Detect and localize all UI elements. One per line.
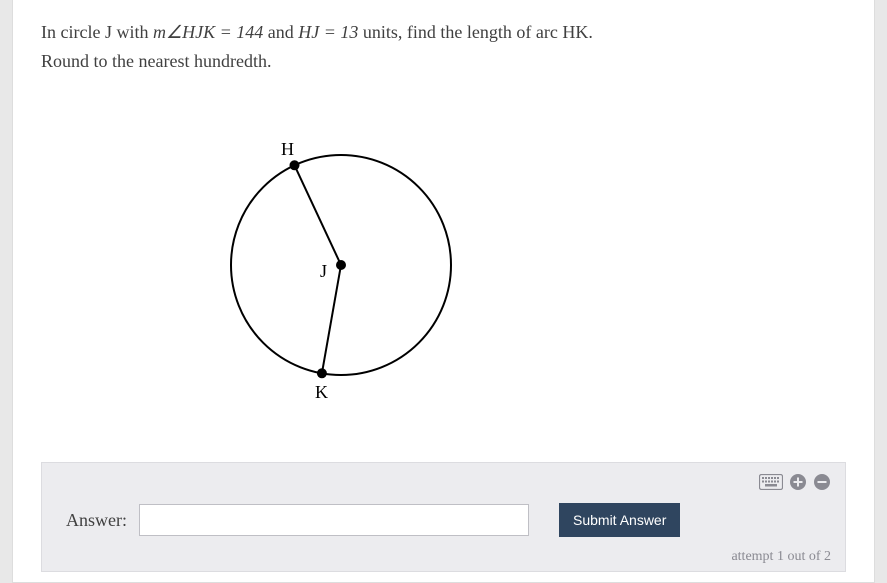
radius-jh [295, 165, 342, 265]
q-prefix: In circle J with [41, 22, 153, 42]
problem-card: In circle J with m∠HJK = 144 and HJ = 13… [12, 0, 875, 583]
q-units: units, find the length of arc HK. [363, 22, 593, 42]
answer-panel: Answer: Submit Answer attempt 1 out of 2 [41, 462, 846, 572]
circle-diagram: H J K [211, 125, 471, 405]
answer-input[interactable] [139, 504, 529, 536]
answer-row: Answer: Submit Answer [56, 499, 831, 545]
label-k: K [315, 382, 328, 402]
submit-answer-button[interactable]: Submit Answer [559, 503, 680, 537]
q-radius: HJ = 13 [298, 22, 358, 42]
attempt-counter: attempt 1 out of 2 [56, 545, 831, 565]
keyboard-icon[interactable] [759, 474, 783, 490]
label-h: H [281, 139, 294, 159]
radius-jk [322, 265, 341, 373]
answer-toolbar [56, 473, 831, 491]
point-k [317, 368, 327, 378]
minus-icon[interactable] [813, 473, 831, 491]
point-h [290, 160, 300, 170]
q-angle: m∠HJK = 144 [153, 22, 263, 42]
label-j: J [320, 261, 327, 281]
figure-area: H J K [41, 76, 846, 454]
plus-icon[interactable] [789, 473, 807, 491]
q-mid: and [268, 22, 299, 42]
q-line2: Round to the nearest hundredth. [41, 51, 271, 71]
question-text: In circle J with m∠HJK = 144 and HJ = 13… [41, 18, 846, 76]
answer-label: Answer: [66, 510, 127, 531]
